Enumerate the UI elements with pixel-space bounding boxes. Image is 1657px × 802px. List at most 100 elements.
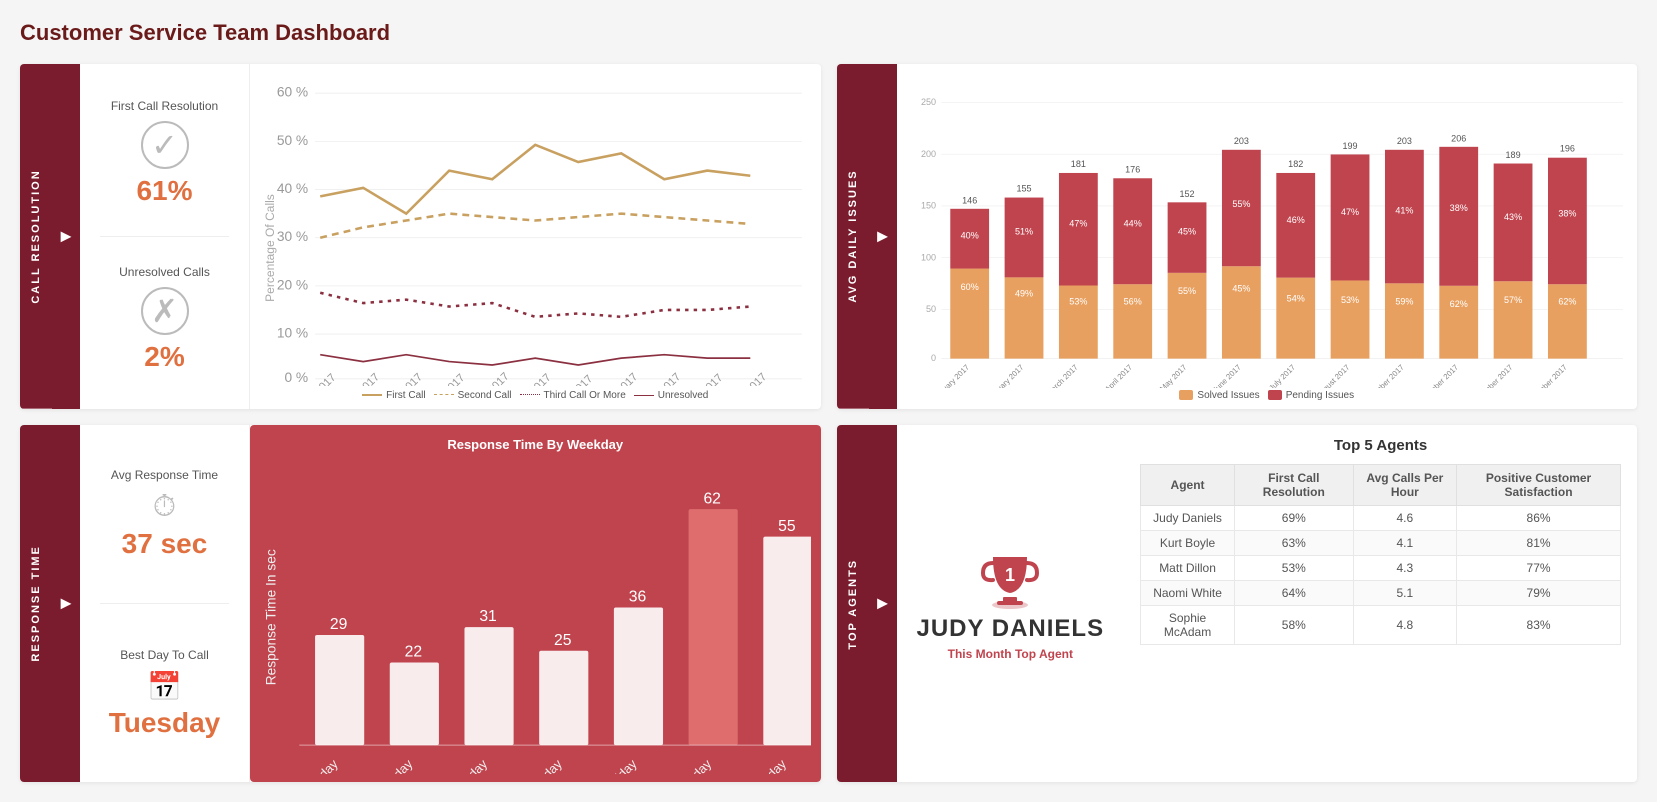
svg-text:199: 199	[1342, 141, 1357, 151]
table-cell-agent: Judy Daniels	[1141, 505, 1235, 530]
svg-text:54%: 54%	[1286, 294, 1304, 304]
svg-text:47%: 47%	[1340, 207, 1358, 217]
x-icon: ✗	[141, 287, 189, 335]
top-agent-name: JUDY DANIELS	[917, 615, 1105, 643]
svg-text:38%: 38%	[1558, 208, 1576, 218]
avg-response-time-value: 37 sec	[100, 528, 229, 560]
table-cell-satisfaction: 79%	[1457, 580, 1621, 605]
svg-text:Thursday: Thursday	[517, 755, 566, 774]
col-satisfaction: Positive Customer Satisfaction	[1457, 464, 1621, 505]
svg-text:57%: 57%	[1504, 295, 1522, 305]
quadrant-response-time: RESPONSE TIME ► Avg Response Time ⏱ 37 s…	[20, 425, 821, 783]
svg-text:62%: 62%	[1449, 299, 1467, 309]
svg-text:Tuesday: Tuesday	[371, 755, 416, 774]
svg-text:September 2017: September 2017	[1358, 363, 1405, 388]
svg-text:Sunday: Sunday	[748, 755, 790, 774]
svg-text:May 2017: May 2017	[469, 371, 512, 386]
svg-text:203: 203	[1233, 136, 1248, 146]
table-cell-fcr: 63%	[1234, 530, 1353, 555]
svg-text:May 2017: May 2017	[1158, 363, 1188, 388]
calendar-icon: 📅	[100, 670, 229, 703]
svg-text:206: 206	[1451, 133, 1466, 143]
svg-text:38%: 38%	[1449, 203, 1467, 213]
svg-text:20 %: 20 %	[277, 277, 308, 292]
table-cell-fcr: 64%	[1234, 580, 1353, 605]
response-time-content: Avg Response Time ⏱ 37 sec Best Day To C…	[80, 425, 821, 783]
quadrant-top-agents: TOP AGENTS ► 1 JUDY DANIELS This	[837, 425, 1638, 783]
line-chart-legend: First Call Second Call Third Call Or Mor…	[260, 390, 811, 401]
response-chart-title: Response Time By Weekday	[260, 437, 811, 452]
svg-text:October 2017: October 2017	[1420, 363, 1460, 388]
svg-text:55%: 55%	[1177, 286, 1195, 296]
svg-text:59%: 59%	[1395, 296, 1413, 306]
col-calls-per-hour: Avg Calls Per Hour	[1353, 464, 1456, 505]
agent-hero-section: 1 JUDY DANIELS This Month Top Agent	[897, 425, 1125, 783]
svg-text:62: 62	[703, 490, 720, 507]
svg-text:29: 29	[330, 616, 347, 633]
svg-text:Nov 2017: Nov 2017	[727, 371, 769, 386]
top-agents-label: TOP AGENTS	[837, 425, 869, 783]
table-cell-fcr: 69%	[1234, 505, 1353, 530]
avg-response-time-card: Avg Response Time ⏱ 37 sec	[92, 458, 237, 570]
response-time-label: RESPONSE TIME	[20, 425, 52, 783]
col-fcr: First Call Resolution	[1234, 464, 1353, 505]
svg-text:152: 152	[1179, 189, 1194, 199]
svg-text:182: 182	[1288, 159, 1303, 169]
avg-daily-arrow: ►	[869, 64, 897, 409]
svg-text:Monday: Monday	[298, 755, 341, 774]
first-call-resolution-card: First Call Resolution ✓ 61%	[92, 89, 237, 217]
svg-text:November 2017: November 2017	[1469, 363, 1514, 388]
svg-text:February 2017: February 2017	[983, 363, 1025, 388]
svg-text:41%: 41%	[1395, 206, 1413, 216]
table-row: Sophie McAdam58%4.883%	[1141, 605, 1621, 644]
table-cell-agent: Kurt Boyle	[1141, 530, 1235, 555]
top-agents-arrow: ►	[869, 425, 897, 783]
svg-text:150: 150	[920, 201, 935, 211]
svg-text:31: 31	[479, 608, 496, 625]
svg-text:Saturday: Saturday	[668, 755, 715, 774]
call-resolution-stats: First Call Resolution ✓ 61% Unresolved C…	[80, 64, 250, 409]
response-time-stats: Avg Response Time ⏱ 37 sec Best Day To C…	[80, 425, 250, 783]
svg-text:176: 176	[1125, 164, 1140, 174]
svg-text:March 2017: March 2017	[1044, 363, 1079, 388]
best-day-value: Tuesday	[100, 707, 229, 739]
svg-text:181: 181	[1070, 159, 1085, 169]
unresolved-calls-value: 2%	[100, 341, 229, 373]
timer-icon: ⏱	[100, 490, 229, 524]
table-cell-agent: Sophie McAdam	[1141, 605, 1235, 644]
response-time-arrow: ►	[52, 425, 80, 783]
table-row: Naomi White64%5.179%	[1141, 580, 1621, 605]
quadrant-call-resolution: CALL RESOLUTION ► First Call Resolution …	[20, 64, 821, 409]
col-agent: Agent	[1141, 464, 1235, 505]
svg-text:51%: 51%	[1014, 226, 1032, 236]
call-resolution-content: First Call Resolution ✓ 61% Unresolved C…	[80, 64, 821, 409]
svg-text:100: 100	[920, 252, 935, 262]
legend-solved: Solved Issues	[1179, 390, 1259, 401]
table-cell-agent: Matt Dillon	[1141, 555, 1235, 580]
svg-text:Response Time In sec: Response Time In sec	[264, 549, 279, 685]
svg-text:Jul 2017: Jul 2017	[557, 373, 595, 386]
svg-text:53%: 53%	[1340, 295, 1358, 305]
svg-text:June 2017: June 2017	[1210, 363, 1242, 388]
unresolved-calls-label: Unresolved Calls	[100, 265, 229, 279]
call-resolution-arrow: ►	[52, 64, 80, 409]
svg-text:55%: 55%	[1232, 199, 1250, 209]
svg-text:22: 22	[405, 643, 422, 660]
svg-text:10 %: 10 %	[277, 325, 308, 340]
avg-response-time-label: Avg Response Time	[100, 468, 229, 482]
svg-text:200: 200	[920, 149, 935, 159]
avg-daily-legend: Solved Issues Pending Issues	[905, 390, 1630, 401]
table-cell-calls_per_hour: 4.3	[1353, 555, 1456, 580]
svg-text:155: 155	[1016, 184, 1031, 194]
svg-text:August 2017: August 2017	[1314, 363, 1351, 388]
table-row: Judy Daniels69%4.686%	[1141, 505, 1621, 530]
table-cell-agent: Naomi White	[1141, 580, 1235, 605]
avg-daily-chart: 250 200 150 100 50 0 146	[905, 76, 1630, 388]
top-agents-content: 1 JUDY DANIELS This Month Top Agent Top …	[897, 425, 1638, 783]
svg-text:Aug 2017: Aug 2017	[598, 371, 640, 386]
agents-table-section: Top 5 Agents Agent First Call Resolution…	[1124, 425, 1637, 783]
svg-text:Percentage Of Calls: Percentage Of Calls	[263, 194, 277, 302]
svg-text:49%: 49%	[1014, 289, 1032, 299]
svg-text:45%: 45%	[1177, 226, 1195, 236]
table-cell-satisfaction: 83%	[1457, 605, 1621, 644]
